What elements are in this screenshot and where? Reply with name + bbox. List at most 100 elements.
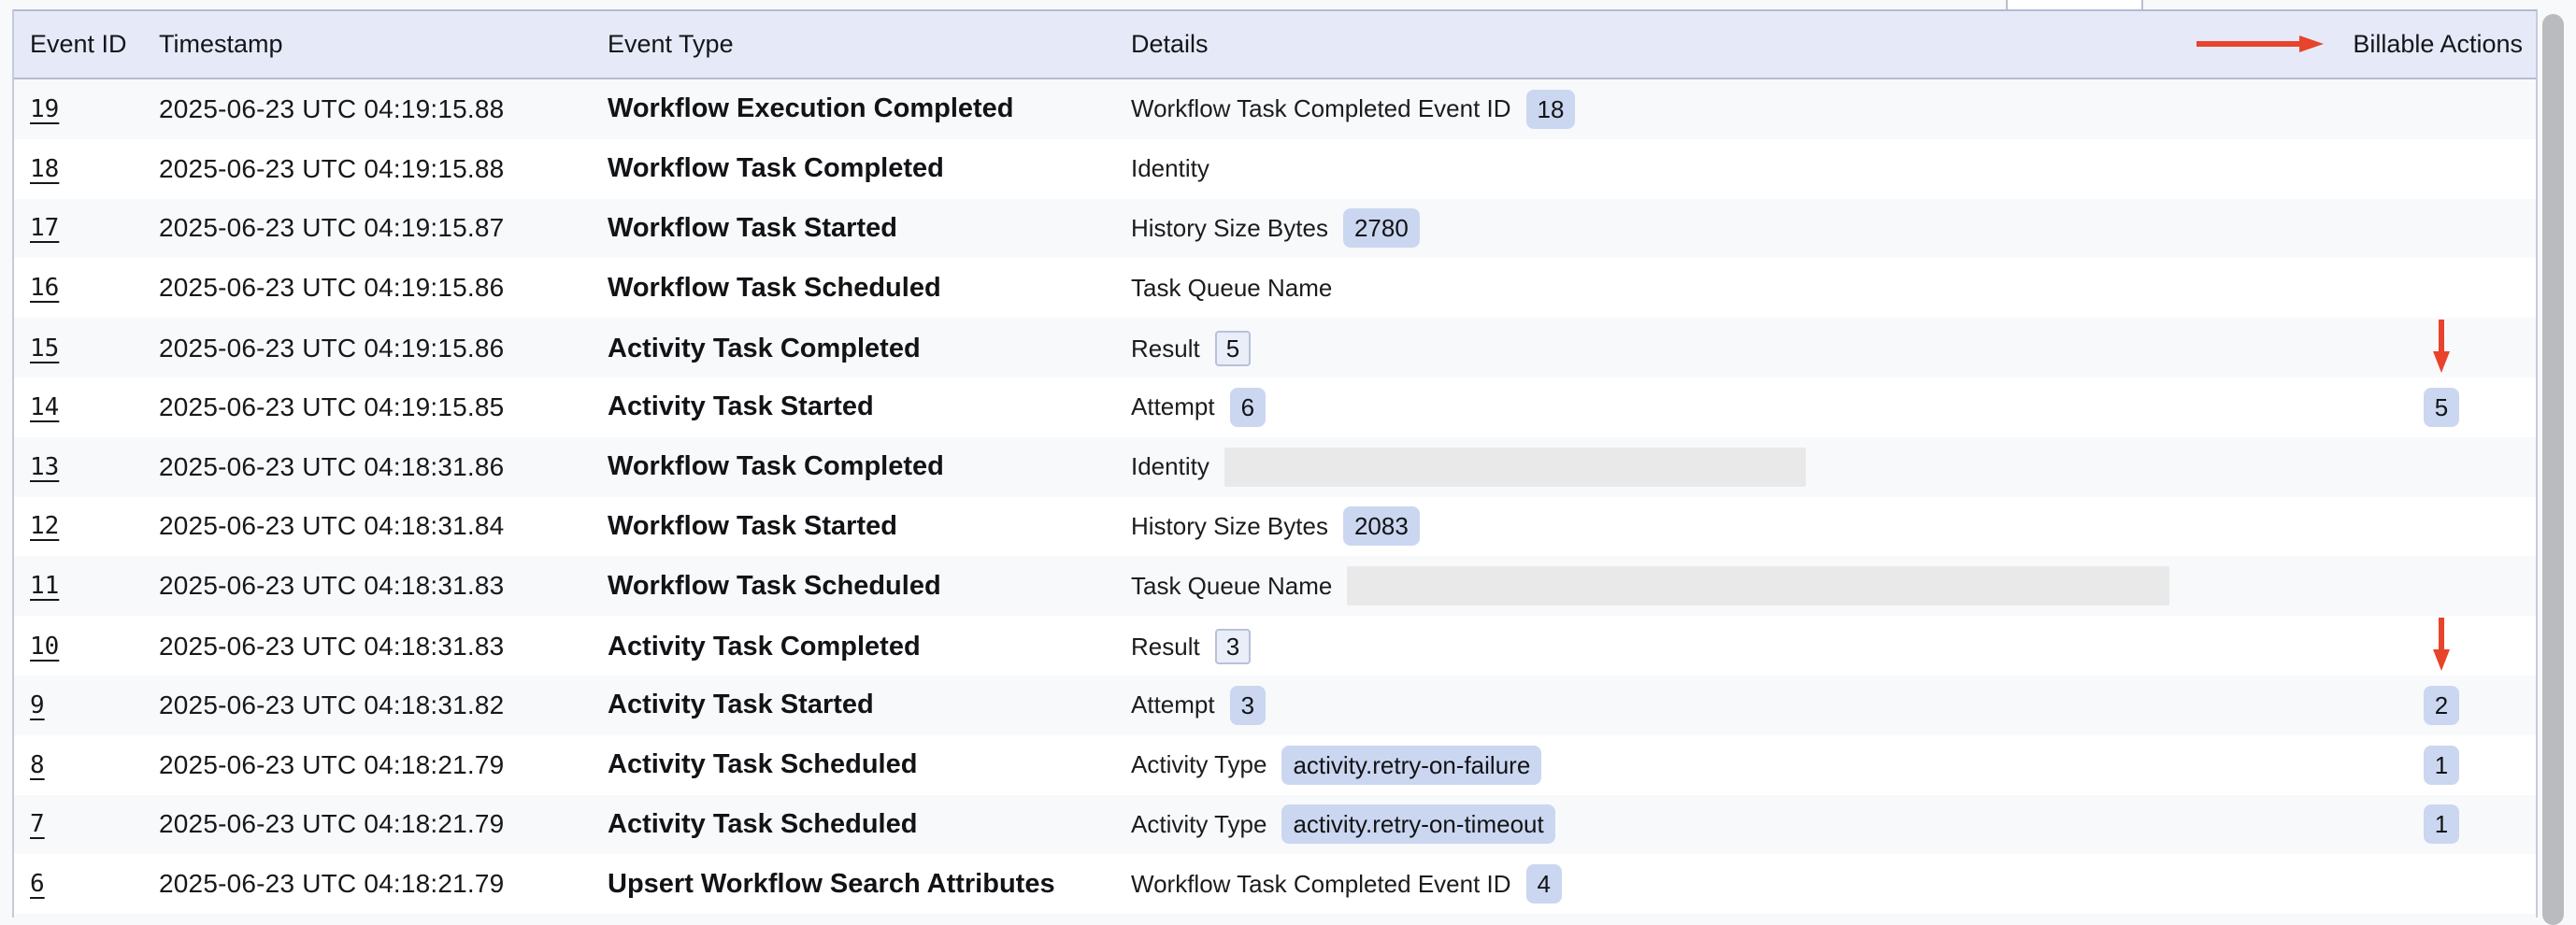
table-header-row: Event ID Timestamp Event Type Details Bi… xyxy=(14,11,2536,79)
table-row: 14 2025-06-23 UTC 04:19:15.85 Activity T… xyxy=(14,377,2536,437)
event-timestamp: 2025-06-23 UTC 04:19:15.86 xyxy=(145,334,594,363)
table-row: 11 2025-06-23 UTC 04:18:31.83 Workflow T… xyxy=(14,556,2536,616)
detail-value-badge: 4 xyxy=(1526,864,1562,904)
billable-actions-cell: 2 xyxy=(2321,686,2538,725)
event-type: Activity Task Started xyxy=(594,690,1115,720)
event-timestamp: 2025-06-23 UTC 04:19:15.88 xyxy=(145,154,594,184)
event-id-link[interactable]: 8 xyxy=(30,751,45,779)
event-details: Workflow Task Completed Event ID 4 xyxy=(1115,864,2295,904)
detail-value-badge: 2083 xyxy=(1343,506,1420,546)
detail-value-badge: 18 xyxy=(1526,90,1576,129)
event-timestamp: 2025-06-23 UTC 04:18:21.79 xyxy=(145,809,594,839)
event-id-link[interactable]: 10 xyxy=(30,633,59,661)
column-header-event-type: Event Type xyxy=(594,30,1115,59)
event-timestamp: 2025-06-23 UTC 04:19:15.86 xyxy=(145,273,594,303)
billable-actions-cell xyxy=(2321,616,2538,677)
table-row: 15 2025-06-23 UTC 04:19:15.86 Activity T… xyxy=(14,318,2536,377)
event-id-link[interactable]: 19 xyxy=(30,95,59,123)
event-type: Workflow Task Started xyxy=(594,213,1115,244)
event-timestamp: 2025-06-23 UTC 04:18:21.79 xyxy=(145,750,594,780)
detail-label: History Size Bytes xyxy=(1131,214,1328,243)
event-type: Activity Task Completed xyxy=(594,334,1115,364)
event-details: Activity Type activity.retry-on-timeout xyxy=(1115,804,2295,844)
event-type: Workflow Task Scheduled xyxy=(594,273,1115,304)
table-body: 19 2025-06-23 UTC 04:19:15.88 Workflow E… xyxy=(14,79,2536,918)
detail-label: Result xyxy=(1131,633,1200,662)
event-type: Workflow Task Scheduled xyxy=(594,571,1115,602)
vertical-scrollbar-thumb[interactable] xyxy=(2542,14,2564,925)
event-id-link[interactable]: 17 xyxy=(30,214,59,242)
detail-value-badge: 6 xyxy=(1230,388,1266,427)
event-id-link[interactable]: 11 xyxy=(30,572,59,600)
detail-label: Activity Type xyxy=(1131,810,1267,839)
table-row: 16 2025-06-23 UTC 04:19:15.86 Workflow T… xyxy=(14,258,2536,318)
billable-actions-cell: 1 xyxy=(2321,746,2538,785)
detail-label: Attempt xyxy=(1131,392,1215,421)
event-timestamp: 2025-06-23 UTC 04:18:31.82 xyxy=(145,690,594,720)
detail-label: Activity Type xyxy=(1131,750,1267,779)
event-details: Result 3 xyxy=(1115,629,2295,664)
detail-label: Workflow Task Completed Event ID xyxy=(1131,94,1511,123)
event-id-link[interactable]: 12 xyxy=(30,512,59,540)
detail-label: Workflow Task Completed Event ID xyxy=(1131,870,1511,899)
event-type: Workflow Task Completed xyxy=(594,153,1115,184)
detail-label: Identity xyxy=(1131,154,1209,183)
event-details: Attempt 6 xyxy=(1115,388,2295,427)
event-type: Workflow Task Completed xyxy=(594,451,1115,482)
detail-value-badge: activity.retry-on-timeout xyxy=(1281,804,1554,844)
event-id-link[interactable]: 16 xyxy=(30,274,59,302)
event-details: Identity xyxy=(1115,448,2295,487)
billable-actions-cell xyxy=(2321,318,2538,379)
event-details: Activity Type activity.retry-on-failure xyxy=(1115,746,2295,785)
event-details: History Size Bytes 2780 xyxy=(1115,208,2295,248)
detail-value-badge: 5 xyxy=(1215,331,1251,366)
event-id-link[interactable]: 14 xyxy=(30,393,59,421)
table-row: 10 2025-06-23 UTC 04:18:31.83 Activity T… xyxy=(14,616,2536,676)
event-timestamp: 2025-06-23 UTC 04:18:21.79 xyxy=(145,869,594,899)
red-arrow-down-icon xyxy=(2431,318,2452,374)
table-row: 6 2025-06-23 UTC 04:18:21.79 Upsert Work… xyxy=(14,854,2536,914)
event-details: History Size Bytes 2083 xyxy=(1115,506,2295,546)
event-id-link[interactable]: 15 xyxy=(30,334,59,363)
billable-actions-cell: 5 xyxy=(2321,388,2538,427)
table-row: 8 2025-06-23 UTC 04:18:21.79 Activity Ta… xyxy=(14,735,2536,795)
billable-actions-badge: 1 xyxy=(2424,746,2459,785)
detail-label: Task Queue Name xyxy=(1131,572,1332,601)
column-header-billable-actions: Billable Actions xyxy=(2295,30,2536,59)
event-type: Workflow Task Started xyxy=(594,511,1115,542)
event-timestamp: 2025-06-23 UTC 04:18:31.83 xyxy=(145,632,594,662)
table-row: 7 2025-06-23 UTC 04:18:21.79 Activity Ta… xyxy=(14,795,2536,855)
event-details: Identity xyxy=(1115,154,2295,183)
event-timestamp: 2025-06-23 UTC 04:19:15.87 xyxy=(145,213,594,243)
event-type: Upsert Workflow Search Attributes xyxy=(594,869,1115,900)
table-row: 13 2025-06-23 UTC 04:18:31.86 Workflow T… xyxy=(14,437,2536,497)
table-row: 12 2025-06-23 UTC 04:18:31.84 Workflow T… xyxy=(14,497,2536,557)
event-id-link[interactable]: 13 xyxy=(30,453,59,481)
column-header-details: Details xyxy=(1115,30,2295,59)
event-type: Activity Task Scheduled xyxy=(594,749,1115,780)
billable-actions-badge: 2 xyxy=(2424,686,2459,725)
event-details: Workflow Task Completed Event ID 18 xyxy=(1115,90,2295,129)
event-id-link[interactable]: 9 xyxy=(30,691,45,719)
redacted-value xyxy=(1347,566,2169,605)
table-row: 18 2025-06-23 UTC 04:19:15.88 Workflow T… xyxy=(14,139,2536,199)
event-details: Task Queue Name xyxy=(1115,566,2295,605)
detail-label: Task Queue Name xyxy=(1131,274,1332,303)
event-type: Activity Task Started xyxy=(594,391,1115,422)
table-row: 9 2025-06-23 UTC 04:18:31.82 Activity Ta… xyxy=(14,676,2536,735)
event-type: Workflow Execution Completed xyxy=(594,93,1115,124)
event-details: Attempt 3 xyxy=(1115,686,2295,725)
detail-value-badge: 3 xyxy=(1215,629,1251,664)
event-id-link[interactable]: 18 xyxy=(30,155,59,183)
event-id-link[interactable]: 7 xyxy=(30,810,45,838)
event-type: Activity Task Scheduled xyxy=(594,809,1115,840)
redacted-value xyxy=(1224,448,1806,487)
event-history-table: Event ID Timestamp Event Type Details Bi… xyxy=(12,9,2538,918)
event-timestamp: 2025-06-23 UTC 04:18:31.84 xyxy=(145,511,594,541)
event-id-link[interactable]: 6 xyxy=(30,870,45,898)
event-details: Task Queue Name xyxy=(1115,274,2295,303)
billable-actions-badge: 5 xyxy=(2424,388,2459,427)
column-header-timestamp: Timestamp xyxy=(145,30,594,59)
detail-value-badge: 3 xyxy=(1230,686,1266,725)
event-type: Activity Task Completed xyxy=(594,632,1115,662)
